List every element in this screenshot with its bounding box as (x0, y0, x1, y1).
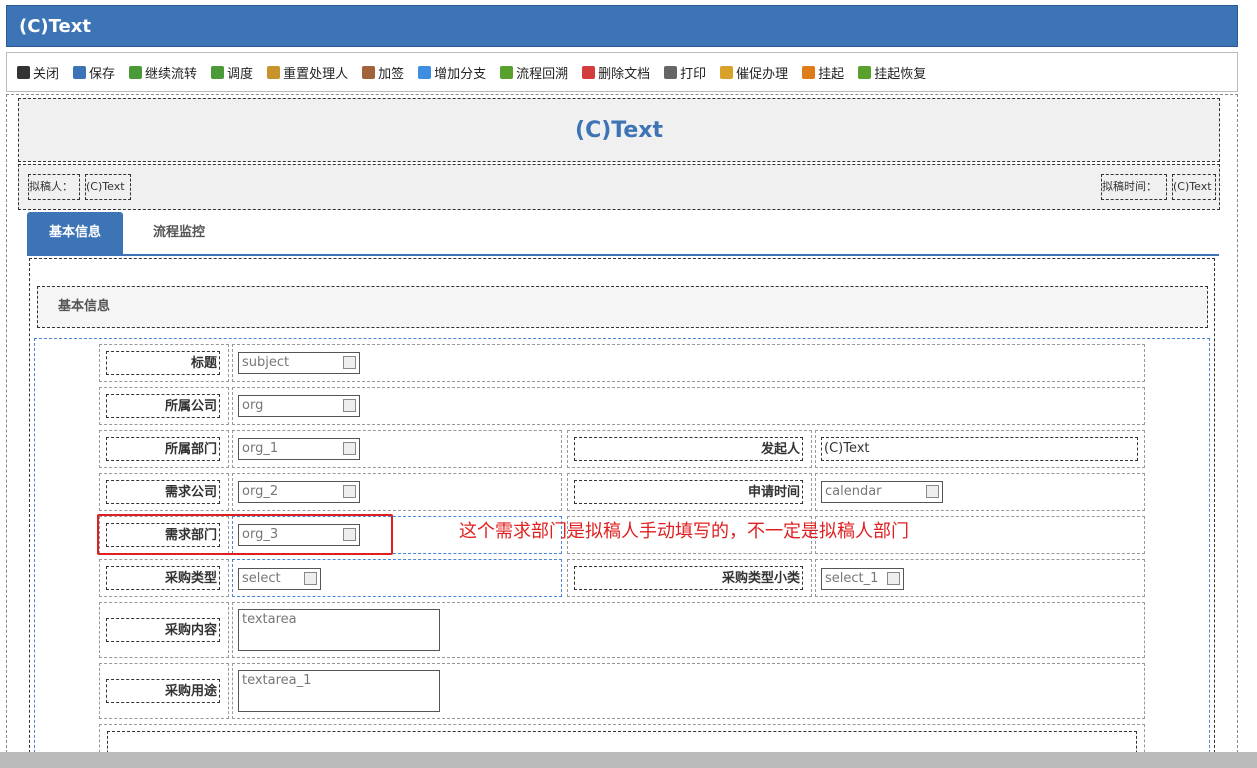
toolbar-label: 增加分支 (434, 66, 487, 82)
purchase-subtype-select[interactable]: select_1 (821, 568, 904, 590)
drafter-label: 拟稿人： (28, 174, 80, 200)
toolbar-label: 重置处理人 (283, 66, 349, 82)
chevron-down-icon[interactable] (887, 572, 900, 585)
toolbar-button-10[interactable]: 催促办理 (720, 63, 788, 82)
req-company-value: org_2 (242, 484, 279, 499)
toolbar-button-12[interactable]: 挂起恢复 (858, 63, 926, 82)
apply-time-input[interactable]: calendar (821, 481, 943, 503)
toolbar-icon (582, 65, 596, 79)
toolbar-icon (211, 65, 225, 79)
toolbar-button-4[interactable]: 重置处理人 (267, 63, 348, 82)
toolbar-icon (664, 65, 678, 79)
purchase-subtype-value: select_1 (825, 571, 879, 586)
chevron-down-icon[interactable] (304, 572, 317, 585)
toolbar-button-9[interactable]: 打印 (664, 63, 706, 82)
toolbar-label: 催促办理 (736, 66, 789, 82)
user-icon[interactable] (343, 442, 356, 455)
tab-basic-info[interactable]: 基本信息 (27, 212, 124, 254)
toolbar-icon (362, 65, 376, 79)
content-label: 采购内容 (106, 618, 220, 642)
toolbar-button-2[interactable]: 继续流转 (129, 63, 197, 82)
section-title: 基本信息 (37, 286, 1208, 328)
edit-icon (343, 356, 356, 369)
toolbar-label: 挂起 (818, 66, 845, 82)
toolbar-button-6[interactable]: 增加分支 (418, 63, 486, 82)
usage-textarea[interactable]: textarea_1 (238, 670, 440, 712)
toolbar-icon (17, 65, 30, 79)
toolbar-label: 流程回溯 (516, 66, 569, 82)
company-value: org (242, 398, 264, 413)
toolbar-button-3[interactable]: 调度 (211, 63, 253, 82)
content-textarea[interactable]: textarea (238, 609, 440, 651)
annotation-highlight-box (97, 514, 393, 555)
dept-input[interactable]: org_1 (238, 438, 360, 460)
toolbar-button-7[interactable]: 流程回溯 (500, 63, 568, 82)
toolbar-label: 挂起恢复 (874, 66, 927, 82)
purchase-subtype-label: 采购类型小类 (574, 566, 803, 590)
toolbar-label: 删除文档 (598, 66, 651, 82)
user-icon[interactable] (343, 399, 356, 412)
toolbar-icon (720, 65, 734, 79)
drafter-value: (C)Text (85, 174, 131, 200)
company-label: 所属公司 (106, 394, 220, 418)
subject-label: 标题 (106, 351, 220, 375)
toolbar-label: 关闭 (33, 66, 60, 82)
toolbar: 关闭 保存 继续流转 调度 重置处理人 加签 增加分支 流程回溯 删除文档 打印 催促办理 挂起 挂起恢… (6, 52, 1238, 92)
dept-value: org_1 (242, 441, 279, 456)
content-value: textarea (242, 612, 297, 627)
initiator-value: (C)Text (821, 437, 1138, 461)
toolbar-icon (129, 65, 143, 79)
company-input[interactable]: org (238, 395, 360, 417)
window-title: (C)Text (6, 5, 1238, 47)
toolbar-label: 加签 (378, 66, 405, 82)
toolbar-button-0[interactable]: 关闭 (17, 63, 59, 82)
req-company-label: 需求公司 (106, 480, 220, 504)
drafter-row (18, 164, 1220, 210)
toolbar-label: 保存 (89, 66, 116, 82)
annotation-text: 这个需求部门是拟稿人手动填写的，不一定是拟稿人部门 (459, 521, 909, 542)
toolbar-icon (500, 65, 514, 79)
toolbar-icon (418, 65, 432, 79)
apply-time-label: 申请时间 (574, 480, 803, 504)
req-company-input[interactable]: org_2 (238, 481, 360, 503)
usage-label: 采购用途 (106, 679, 220, 703)
toolbar-label: 继续流转 (145, 66, 198, 82)
toolbar-button-8[interactable]: 删除文档 (582, 63, 650, 82)
purchase-type-select[interactable]: select (238, 568, 321, 590)
subject-value: subject (242, 355, 290, 370)
usage-value: textarea_1 (242, 673, 312, 688)
purchase-type-label: 采购类型 (106, 566, 220, 590)
toolbar-button-1[interactable]: 保存 (73, 63, 115, 82)
toolbar-button-11[interactable]: 挂起 (802, 63, 844, 82)
user-icon[interactable] (343, 485, 356, 498)
toolbar-icon (73, 65, 87, 79)
toolbar-icon (802, 65, 816, 79)
apply-time-value: calendar (825, 484, 882, 499)
draft-time-value: (C)Text (1172, 174, 1216, 200)
toolbar-icon (267, 65, 281, 79)
toolbar-label: 打印 (680, 66, 707, 82)
horizontal-scrollbar[interactable] (0, 752, 1257, 768)
dept-label: 所属部门 (106, 437, 220, 461)
toolbar-button-5[interactable]: 加签 (362, 63, 404, 82)
tab-process-monitor[interactable]: 流程监控 (131, 212, 227, 254)
form-title: (C)Text (18, 98, 1220, 162)
tab-bar: 基本信息 流程监控 (27, 212, 1219, 256)
toolbar-icon (858, 65, 872, 79)
toolbar-label: 调度 (227, 66, 254, 82)
subject-input[interactable]: subject (238, 352, 360, 374)
purchase-type-value: select (242, 571, 281, 586)
calendar-icon[interactable] (926, 485, 939, 498)
draft-time-label: 拟稿时间： (1101, 174, 1167, 200)
initiator-label: 发起人 (574, 437, 803, 461)
